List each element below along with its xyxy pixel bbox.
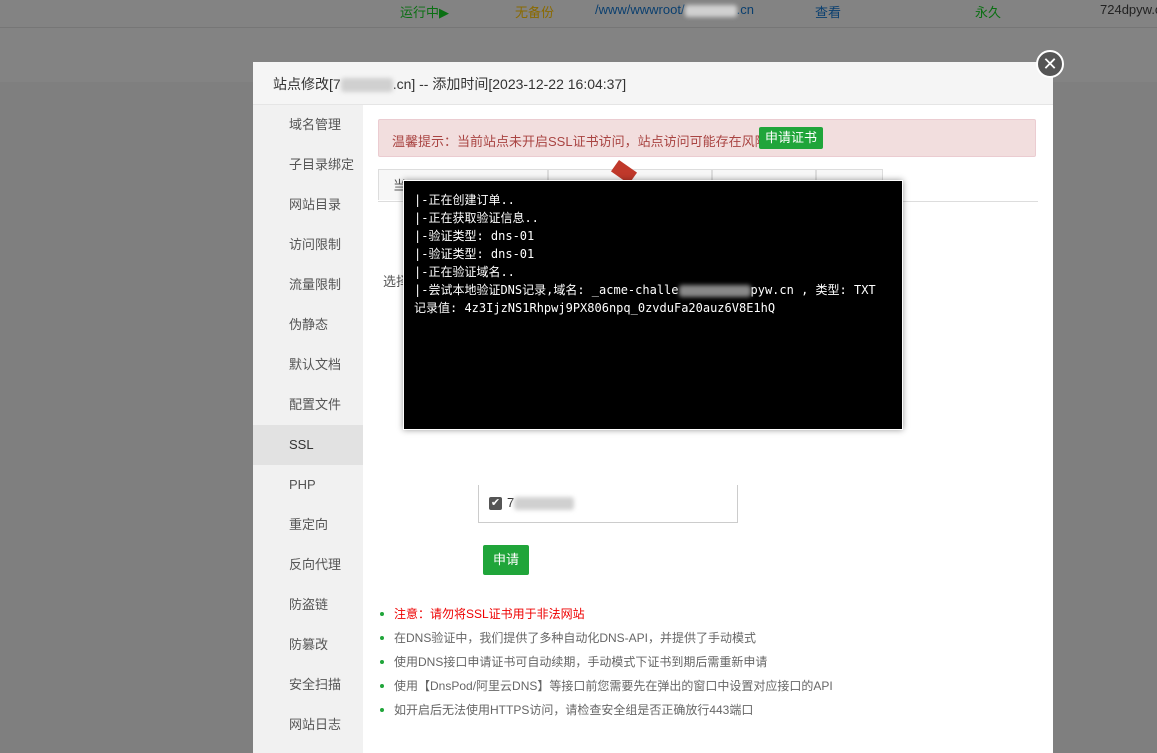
background-table-row: 运行中▶ 无备份 /www/wwwroot/ .cn 查看 永久 724dpyw.… <box>0 0 1157 28</box>
expiry-text: 永久 <box>975 5 1002 20</box>
sidebar-item[interactable]: 防篡改 <box>253 625 363 665</box>
site-path-suffix: .cn <box>736 2 754 17</box>
warning-text: 温馨提示：当前站点未开启SSL证书访问，站点访问可能存在风险。 <box>392 134 781 149</box>
view-link[interactable]: 查看 <box>815 2 841 21</box>
terminal-line-text: |-正在获取验证信息.. <box>414 211 539 225</box>
note-item: 在DNS验证中，我们提供了多种自动化DNS-API，并提供了手动模式 <box>378 626 833 650</box>
apply-cert-button[interactable]: 申请证书 <box>759 127 824 149</box>
ssl-notes-list: 注意：请勿将SSL证书用于非法网站 在DNS验证中，我们提供了多种自动化DNS-A… <box>378 602 833 722</box>
blurred-region <box>340 78 393 93</box>
sidebar-item[interactable]: 伪静态 <box>253 305 363 345</box>
sidebar-item[interactable]: 默认文档 <box>253 345 363 385</box>
terminal-line: |-正在获取验证信息.. <box>414 209 876 227</box>
ssl-log-terminal: |-正在创建订单.. |-正在获取验证信息.. |-验证类型: dns-01 |-验证… <box>403 180 903 430</box>
site-path[interactable]: /www/wwwroot/ .cn <box>595 2 754 17</box>
sidebar-item[interactable]: 子目录绑定 <box>253 145 363 185</box>
terminal-line-text: |-验证类型: dns-01 <box>414 229 535 243</box>
sidebar-item[interactable]: 配置文件 <box>253 385 363 425</box>
sidebar-item[interactable]: 流量限制 <box>253 265 363 305</box>
modal-title-suffix: .cn] -- 添加时间[2023-12-22 16:04:37] <box>392 76 627 92</box>
domain-list: ✔ 7 <box>478 485 738 523</box>
apply-button[interactable]: 申请 <box>483 545 529 575</box>
modal-header: 站点修改[7 .cn] -- 添加时间[2023-12-22 16:04:37] <box>253 62 1053 105</box>
sidebar-item[interactable]: 网站日志 <box>253 705 363 745</box>
terminal-line-suffix: pyw.cn , 类型: TXT <box>750 283 876 297</box>
terminal-line: |-验证类型: dns-01 <box>414 245 876 263</box>
site-path-text: /www/wwwroot/ <box>595 2 685 17</box>
sidebar-item[interactable]: 访问限制 <box>253 225 363 265</box>
terminal-line: |-验证类型: dns-01 <box>414 227 876 245</box>
terminal-line: 记录值: 4z3IjzNS1Rhpwj9PX806npq_0zvduFa20au… <box>414 299 876 317</box>
site-name[interactable]: 724dpyw.cn <box>1100 2 1157 17</box>
modal-title-prefix: 站点修改[7 <box>273 76 341 92</box>
ssl-warning-alert: 温馨提示：当前站点未开启SSL证书访问，站点访问可能存在风险。 申请证书 <box>378 119 1036 157</box>
sidebar-item[interactable]: 网站目录 <box>253 185 363 225</box>
sidebar-item[interactable]: 反向代理 <box>253 545 363 585</box>
note-item: 使用【DnsPod/阿里云DNS】等接口前您需要先在弹出的窗口中设置对应接口的A… <box>378 674 833 698</box>
domain-text-visible: 7 <box>507 495 515 510</box>
terminal-line-text: |-验证类型: dns-01 <box>414 247 535 261</box>
blurred-region <box>678 284 751 297</box>
terminal-line-text: |-尝试本地验证DNS记录,域名: _acme-challe <box>414 283 679 297</box>
status-text: 运行中▶ <box>400 5 449 20</box>
terminal-line-text: |-正在创建订单.. <box>414 193 515 207</box>
terminal-line: |-正在验证域名.. <box>414 263 876 281</box>
close-icon[interactable]: ✕ <box>1036 50 1064 78</box>
sidebar-item[interactable]: 安全扫描 <box>253 665 363 705</box>
backup-text: 无备份 <box>515 5 555 20</box>
blurred-region <box>514 497 575 511</box>
sidebar-item[interactable]: 重定向 <box>253 505 363 545</box>
terminal-line: |-正在创建订单.. <box>414 191 876 209</box>
sidebar-item[interactable]: 域名管理 <box>253 105 363 145</box>
sidebar-item[interactable]: SSL <box>253 425 363 465</box>
sidebar-item[interactable]: PHP <box>253 465 363 505</box>
modal-sidebar: 域名管理 子目录绑定 网站目录 访问限制 流量限制 伪静态 默认文档 配置文件 SSL PHP 重定… <box>253 105 363 753</box>
terminal-line-text: 记录值: 4z3IjzNS1Rhpwj9PX806npq_0zvduFa20au… <box>414 301 776 315</box>
domain-checkbox[interactable]: ✔ <box>489 497 502 510</box>
note-item: 使用DNS接口申请证书可自动续期，手动模式下证书到期后需重新申请 <box>378 650 833 674</box>
blurred-region <box>684 4 737 17</box>
terminal-line-text: |-正在验证域名.. <box>414 265 515 279</box>
modal-title: 站点修改[7 .cn] -- 添加时间[2023-12-22 16:04:37] <box>273 74 626 94</box>
terminal-line: |-尝试本地验证DNS记录,域名: _acme-challe pyw.cn , 类… <box>414 281 876 299</box>
note-item: 如开启后无法使用HTTPS访问，请检查安全组是否正确放行443端口 <box>378 698 833 722</box>
sidebar-item[interactable]: 防盗链 <box>253 585 363 625</box>
domain-item-text: 7 <box>507 495 575 511</box>
terminal-log: |-正在创建订单.. |-正在获取验证信息.. |-验证类型: dns-01 |-验证… <box>414 191 876 317</box>
note-item: 注意：请勿将SSL证书用于非法网站 <box>378 602 833 626</box>
